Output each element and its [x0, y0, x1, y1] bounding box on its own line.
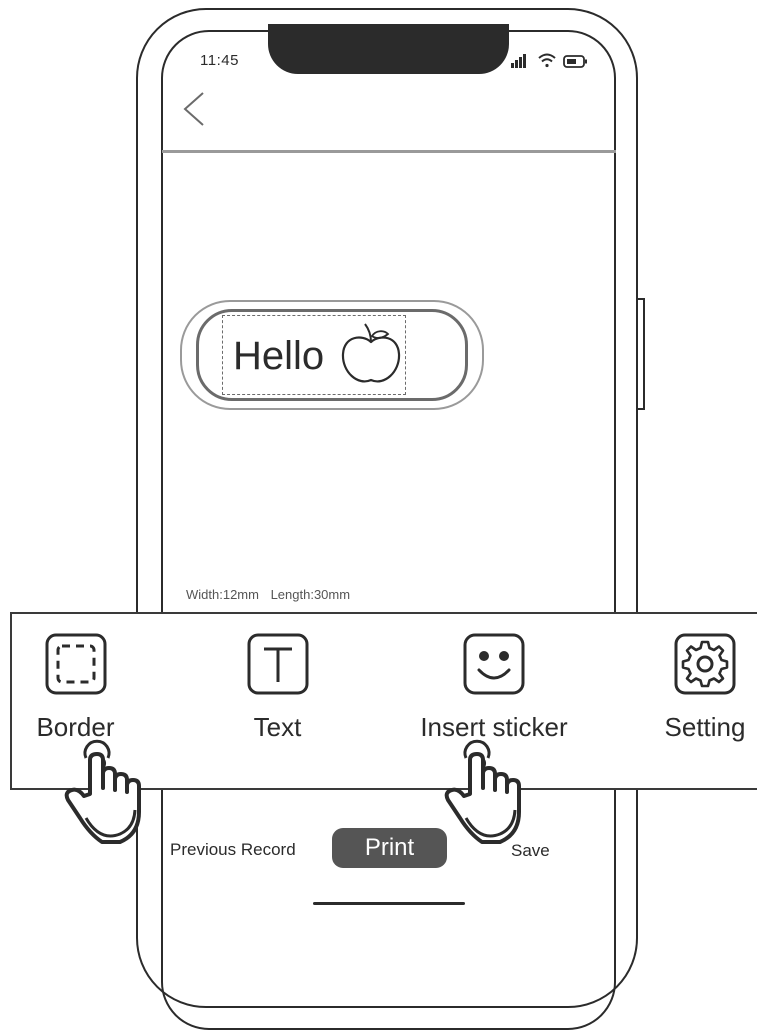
text-icon — [247, 633, 308, 695]
battery-icon — [563, 55, 587, 68]
phone-notch — [268, 24, 509, 74]
status-icons — [511, 53, 587, 68]
label-dimensions: Width:12mm Length:30mm — [186, 587, 351, 602]
smiley-icon — [463, 633, 525, 695]
print-button[interactable]: Print — [332, 828, 447, 868]
label-text[interactable]: Hello — [233, 333, 324, 379]
gear-icon — [674, 633, 736, 695]
chevron-left-icon[interactable] — [181, 90, 207, 128]
tap-hand-icon — [444, 739, 521, 844]
apple-icon[interactable] — [338, 320, 404, 388]
setting-tool[interactable]: Setting — [650, 632, 757, 750]
previous-record-link[interactable]: Previous Record — [170, 840, 296, 860]
header-divider — [162, 150, 616, 153]
phone-screen — [161, 30, 616, 1030]
home-indicator — [313, 902, 465, 905]
tap-hand-icon — [64, 739, 141, 844]
text-tool[interactable]: Text — [215, 632, 340, 750]
wifi-icon — [538, 53, 556, 68]
text-tool-label: Text — [253, 712, 302, 742]
phone-side-button — [638, 298, 645, 410]
setting-tool-label: Setting — [664, 712, 746, 742]
border-icon — [45, 633, 106, 695]
status-time: 11:45 — [200, 52, 239, 69]
signal-icon — [511, 54, 526, 68]
